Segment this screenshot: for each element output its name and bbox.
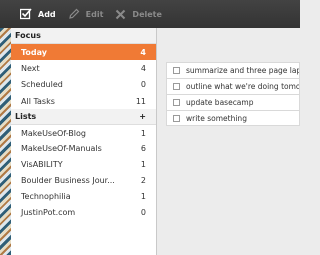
sidebar-item-makeuseof-blog[interactable]: MakeUseOf-Blog 1: [11, 125, 156, 141]
sidebar-item-today[interactable]: Today 4: [11, 44, 156, 61]
lists-section-header: Lists +: [11, 109, 156, 126]
x-icon: [116, 9, 126, 19]
sidebar-item-count: 0: [140, 80, 146, 90]
sidebar-item-count: 1: [140, 191, 146, 201]
task-item[interactable]: write something: [166, 110, 300, 126]
task-text: summarize and three page laptop: [186, 66, 299, 75]
task-text: write something: [186, 113, 247, 123]
checkbox-check-icon: [20, 8, 32, 20]
sidebar-item-boulder-business[interactable]: Boulder Business Jour... 2: [11, 173, 156, 189]
sidebar-item-label: Scheduled: [21, 80, 63, 90]
sidebar-item-makeuseof-manuals[interactable]: MakeUseOf-Manuals 6: [11, 141, 156, 157]
task-checkbox[interactable]: [173, 67, 180, 74]
sidebar-item-count: 2: [140, 175, 146, 185]
lists-header-label: Lists: [15, 112, 37, 122]
task-text: outline what we're doing tomorrow: [186, 82, 300, 91]
task-list: summarize and three page laptop outline …: [166, 62, 300, 126]
sidebar-item-count: 1: [140, 160, 146, 170]
sidebar-item-next[interactable]: Next 4: [11, 60, 156, 76]
task-checkbox[interactable]: [173, 99, 180, 106]
sidebar-item-justinpot[interactable]: JustinPot.com 0: [11, 204, 156, 220]
sidebar-item-count: 4: [140, 63, 146, 73]
sidebar-item-label: Today: [21, 47, 47, 57]
task-item[interactable]: update basecamp: [166, 94, 300, 110]
sidebar-item-label: MakeUseOf-Manuals: [21, 144, 102, 154]
sidebar-item-label: Boulder Business Jour...: [21, 175, 115, 185]
toolbar: Add Edit Delete: [0, 0, 300, 28]
delete-button[interactable]: Delete: [115, 9, 162, 20]
sidebar-item-label: JustinPot.com: [21, 207, 76, 217]
task-item[interactable]: summarize and three page laptop: [166, 62, 300, 78]
sidebar-item-count: 11: [135, 96, 146, 106]
delete-button-label: Delete: [132, 9, 162, 19]
add-button-label: Add: [38, 9, 56, 19]
sidebar-item-label: MakeUseOf-Blog: [21, 128, 86, 138]
sidebar-item-count: 4: [140, 47, 146, 57]
sidebar-item-label: Next: [21, 63, 40, 73]
sidebar-item-scheduled[interactable]: Scheduled 0: [11, 77, 156, 93]
background-texture: [0, 28, 11, 255]
sidebar: Focus Today 4 Next 4 Scheduled 0 All Tas…: [11, 28, 157, 255]
edit-button-label: Edit: [85, 9, 104, 19]
focus-section-header: Focus: [11, 28, 156, 44]
task-checkbox[interactable]: [173, 114, 180, 122]
sidebar-item-count: 6: [140, 144, 146, 154]
task-text: update basecamp: [186, 98, 254, 107]
sidebar-item-visability[interactable]: VisABILITY 1: [11, 157, 156, 173]
task-checkbox[interactable]: [173, 83, 180, 90]
sidebar-item-label: All Tasks: [21, 96, 55, 106]
sidebar-item-count: 1: [140, 128, 146, 138]
sidebar-item-technophilia[interactable]: Technophilia 1: [11, 188, 156, 204]
sidebar-item-all-tasks[interactable]: All Tasks 11: [11, 93, 156, 109]
sidebar-item-label: Technophilia: [21, 191, 71, 201]
task-item[interactable]: outline what we're doing tomorrow: [166, 78, 300, 94]
edit-button[interactable]: Edit: [68, 8, 104, 20]
sidebar-item-label: VisABILITY: [21, 160, 63, 170]
sidebar-item-count: 0: [140, 207, 146, 217]
focus-header-label: Focus: [15, 31, 41, 40]
add-list-button[interactable]: +: [139, 112, 146, 121]
add-button[interactable]: Add: [20, 8, 56, 20]
pencil-icon: [68, 8, 80, 19]
